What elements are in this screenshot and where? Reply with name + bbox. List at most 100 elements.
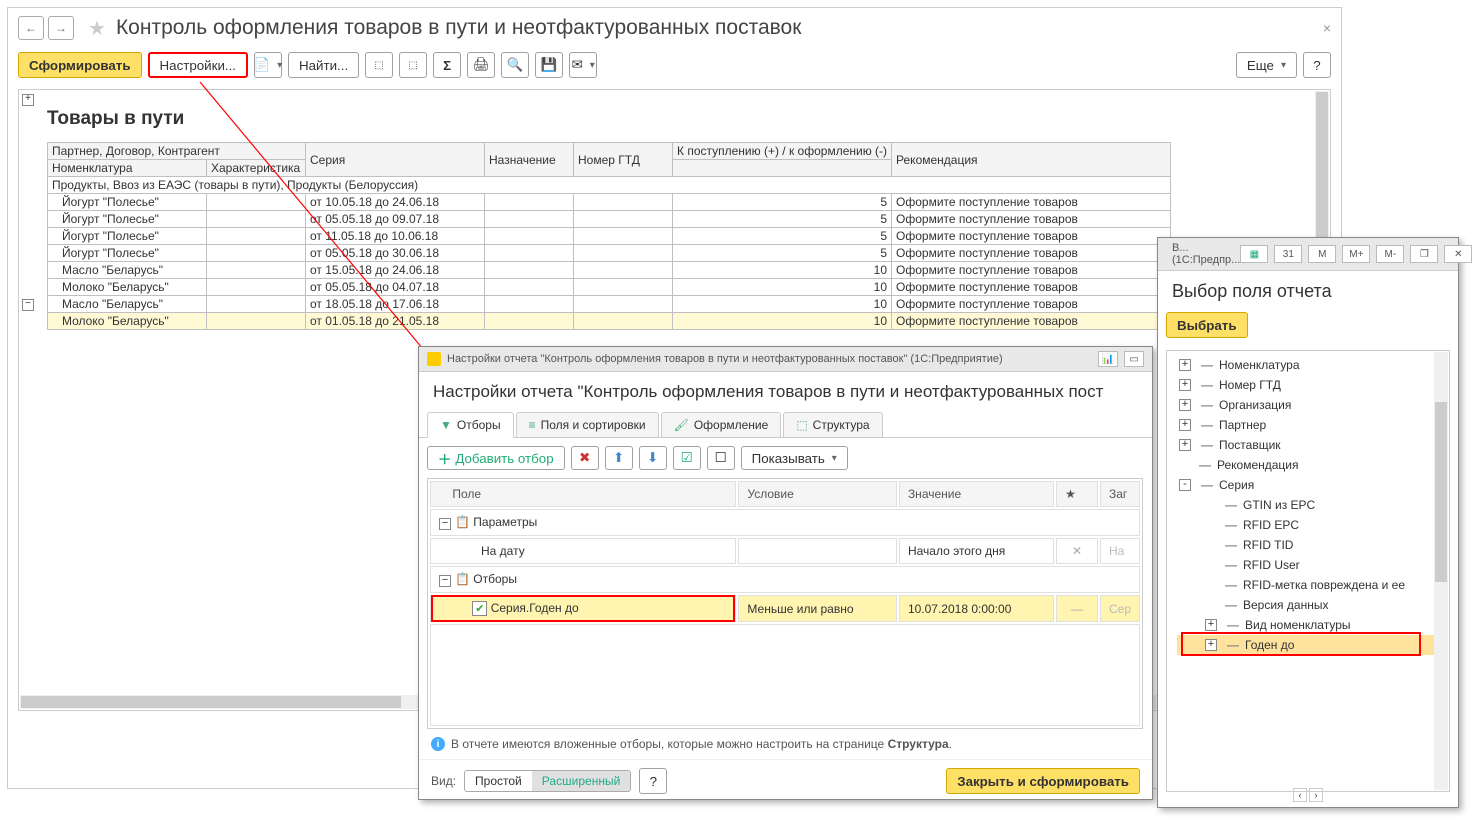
tree-collapse[interactable]: −	[22, 299, 34, 311]
tree-item[interactable]: +—Поставщик	[1177, 435, 1439, 455]
tree-item[interactable]: —RFID TID	[1177, 535, 1439, 555]
tree-label: RFID-метка повреждена и ее	[1243, 578, 1405, 592]
table-row[interactable]: Йогурт "Полесье"от 05.05.18 до 30.06.185…	[48, 245, 1171, 262]
col-recom: Рекомендация	[892, 143, 1171, 177]
forward-button[interactable]: →	[48, 16, 74, 40]
col-gtd: Номер ГТД	[574, 143, 673, 177]
tree-item[interactable]: +—Вид номенклатуры	[1177, 615, 1439, 635]
tree-item[interactable]: -—Серия	[1177, 475, 1439, 495]
dlg-calc-icon[interactable]: 📊	[1098, 351, 1118, 367]
m-plus-button[interactable]: M+	[1342, 245, 1370, 263]
col-series: Серия	[306, 143, 485, 177]
close-icon-2[interactable]: ✕	[1444, 245, 1472, 263]
on-date-row[interactable]: На дату Начало этого дня ✕ На	[430, 538, 1140, 564]
filter-checkbox[interactable]: ✔	[472, 601, 487, 616]
expand-icon[interactable]: +	[1179, 399, 1191, 411]
field-titlebar-text: В... (1С:Предпр...	[1172, 242, 1240, 266]
group-row: Продукты, Ввоз из ЕАЭС (товары в пути), …	[48, 177, 1171, 194]
sum-button[interactable]: Σ	[433, 52, 461, 78]
settings-tabs: ▼Отборы ≡Поля и сортировки 🖌Оформление ⬚…	[419, 412, 1152, 438]
variants-button[interactable]: 📄	[254, 52, 282, 78]
choose-button[interactable]: Выбрать	[1166, 312, 1248, 338]
restore-icon[interactable]: ❐	[1410, 245, 1438, 263]
view-label: Вид:	[431, 774, 456, 788]
date-icon[interactable]: 31	[1274, 245, 1302, 263]
dlg-min-icon[interactable]: ▭	[1124, 351, 1144, 367]
tree-item[interactable]: — RFID-метка повреждена и ее	[1177, 575, 1439, 595]
email-button[interactable]: ✉	[569, 52, 597, 78]
grid-icon[interactable]: ▦	[1240, 245, 1268, 263]
page-title: Контроль оформления товаров в пути и нео…	[116, 16, 801, 40]
table-row[interactable]: Масло "Беларусь"от 15.05.18 до 24.06.181…	[48, 262, 1171, 279]
tree-item[interactable]: +—Годен до	[1177, 635, 1439, 655]
table-row[interactable]: Йогурт "Полесье"от 11.05.18 до 10.06.185…	[48, 228, 1171, 245]
toolbar: Сформировать Настройки... 📄 Найти... ⬚ ⬚…	[8, 48, 1341, 83]
expand-icon[interactable]: +	[1179, 379, 1191, 391]
settings-button[interactable]: Настройки...	[148, 52, 248, 78]
params-group[interactable]: −📋 Параметры	[430, 509, 1140, 536]
move-down-button[interactable]: ⬇	[639, 446, 667, 470]
tree-label: Рекомендация	[1217, 458, 1299, 472]
expand-icon[interactable]: +	[1205, 639, 1217, 651]
check-all-button[interactable]: ☑	[673, 446, 701, 470]
expand-icon[interactable]: +	[1179, 439, 1191, 451]
tab-filters[interactable]: ▼Отборы	[427, 412, 514, 438]
tree-item[interactable]: +—Организация	[1177, 395, 1439, 415]
filters-group[interactable]: −📋 Отборы	[430, 566, 1140, 593]
table-row[interactable]: Молоко "Беларусь"от 05.05.18 до 04.07.18…	[48, 279, 1171, 296]
expand-icon[interactable]: +	[1179, 359, 1191, 371]
delete-filter-button[interactable]: ✖	[571, 446, 599, 470]
table-row[interactable]: Масло "Беларусь"от 18.05.18 до 17.06.181…	[48, 296, 1171, 313]
m-button[interactable]: M	[1308, 245, 1336, 263]
dlg-pager: ‹›	[1166, 788, 1450, 804]
close-generate-button[interactable]: Закрыть и сформировать	[946, 768, 1140, 794]
help-button-2[interactable]: ?	[639, 768, 667, 794]
tree-item[interactable]: +—Номенклатура	[1177, 355, 1439, 375]
dash-icon: —	[1201, 418, 1213, 432]
dash-icon: —	[1225, 578, 1237, 592]
table-row[interactable]: Йогурт "Полесье"от 10.05.18 до 24.06.185…	[48, 194, 1171, 211]
uncheck-all-button[interactable]: ☐	[707, 446, 735, 470]
tree-item[interactable]: —GTIN из EPC	[1177, 495, 1439, 515]
save-button[interactable]: 💾	[535, 52, 563, 78]
table-row[interactable]: Молоко "Беларусь"от 01.05.18 до 21.05.18…	[48, 313, 1171, 330]
show-button[interactable]: Показывать	[741, 446, 848, 470]
view-segment[interactable]: Простой Расширенный	[464, 770, 631, 792]
table-row[interactable]: Йогурт "Полесье"от 05.05.18 до 09.07.185…	[48, 211, 1171, 228]
tree-label: RFID User	[1243, 558, 1300, 572]
collapse-button[interactable]: ⬚	[399, 52, 427, 78]
expand-icon[interactable]: +	[1179, 419, 1191, 431]
dash-icon: —	[1225, 598, 1237, 612]
expand-icon[interactable]: -	[1179, 479, 1191, 491]
tab-fields[interactable]: ≡Поля и сортировки	[516, 412, 659, 437]
tree-item[interactable]: —RFID EPC	[1177, 515, 1439, 535]
expand-button[interactable]: ⬚	[365, 52, 393, 78]
generate-button[interactable]: Сформировать	[18, 52, 142, 78]
back-button[interactable]: ←	[18, 16, 44, 40]
titlebar: ← → ★ Контроль оформления товаров в пути…	[8, 8, 1341, 48]
print-button[interactable]: 🖨	[467, 52, 495, 78]
m-minus-button[interactable]: M-	[1376, 245, 1404, 263]
tree-item[interactable]: +—Партнер	[1177, 415, 1439, 435]
tab-format[interactable]: 🖌Оформление	[661, 412, 782, 437]
find-button[interactable]: Найти...	[288, 52, 359, 78]
selected-filter-row[interactable]: ✔ Серия.Годен до Меньше или равно 10.07.…	[430, 595, 1140, 622]
help-button[interactable]: ?	[1303, 52, 1331, 78]
tree-item[interactable]: —Рекомендация	[1177, 455, 1439, 475]
tab-structure[interactable]: ⬚Структура	[783, 412, 882, 437]
favorite-icon[interactable]: ★	[88, 16, 106, 41]
expand-icon[interactable]: +	[1205, 619, 1217, 631]
view-simple[interactable]: Простой	[465, 771, 532, 791]
field-scrollbar[interactable]	[1434, 352, 1448, 790]
view-extended[interactable]: Расширенный	[532, 771, 631, 791]
tree-item[interactable]: —RFID User	[1177, 555, 1439, 575]
close-icon[interactable]: ×	[1323, 20, 1331, 36]
add-filter-button[interactable]: ＋Добавить отбор	[427, 446, 565, 470]
tree-item[interactable]: +—Номер ГТД	[1177, 375, 1439, 395]
col-char: Характеристика	[207, 160, 306, 177]
tree-item[interactable]: —Версия данных	[1177, 595, 1439, 615]
more-button[interactable]: Еще	[1236, 52, 1297, 78]
move-up-button[interactable]: ⬆	[605, 446, 633, 470]
tree-expand-top[interactable]: +	[22, 94, 34, 106]
preview-button[interactable]: 🔍	[501, 52, 529, 78]
